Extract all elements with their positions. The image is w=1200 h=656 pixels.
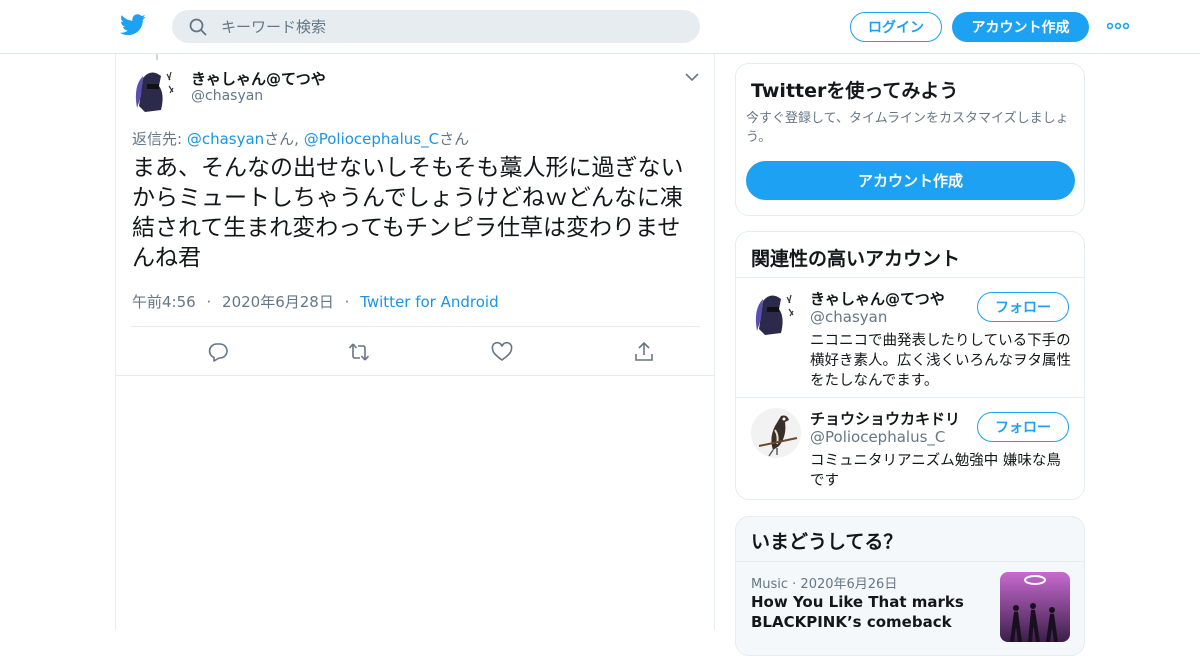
more-dots-icon[interactable] [1107,22,1129,30]
twitter-bird-icon[interactable] [120,14,146,36]
author-name[interactable]: きゃしゃん@てつや [191,68,326,89]
divider [116,375,714,376]
retweet-icon[interactable] [348,341,370,363]
separator: · [792,577,797,592]
reply-icon[interactable] [207,341,229,363]
reply-suffix: さん [439,130,470,148]
reply-context: 返信先: @chasyanさん, @Poliocephalus_Cさん [132,128,469,149]
related-account-name[interactable]: きゃしゃん@てつや [810,288,945,309]
create-account-button[interactable]: アカウント作成 [746,161,1075,200]
related-account-handle[interactable]: @chasyan [810,308,887,326]
trend-meta: Music · 2020年6月26日 [751,573,897,592]
related-account-item[interactable]: きゃしゃん@てつや @chasyan フォロー ニコニコで曲発表したりしている下… [736,278,1084,398]
tweet-source-link[interactable]: Twitter for Android [360,293,498,311]
tweet-time[interactable]: 午前4:56 [132,293,196,311]
share-icon[interactable] [633,341,655,363]
tweet-date[interactable]: 2020年6月28日 [222,293,334,311]
avatar[interactable] [131,66,181,116]
reply-user-link[interactable]: @chasyan [187,130,264,148]
avatar[interactable] [751,289,801,339]
signup-promo-card: Twitterを使ってみよう 今すぐ登録して、タイムラインをカスタマイズしましょ… [735,63,1085,216]
reply-user-link[interactable]: @Poliocephalus_C [304,130,439,148]
trend-headline[interactable]: How You Like That marks BLACKPINK’s come… [751,592,981,632]
follow-button[interactable]: フォロー [977,292,1069,322]
search-bar[interactable] [172,10,700,43]
related-account-bio: ニコニコで曲発表したりしている下手の横好き素人。広く浅くいろんなヲタ属性をたしな… [810,333,1071,389]
card-title: Twitterを使ってみよう [751,80,959,102]
related-account-handle[interactable]: @Poliocephalus_C [810,428,945,446]
author-handle[interactable]: @chasyan [191,88,263,104]
tweet-column: きゃしゃん@てつや @chasyan 返信先: @chasyanさん, @Pol… [115,54,715,630]
reply-suffix: さん, [264,130,304,148]
related-account-name[interactable]: チョウショウカキドリ [810,408,960,429]
signup-button[interactable]: アカウント作成 [952,12,1089,42]
like-icon[interactable] [491,341,513,363]
chevron-down-icon[interactable] [684,70,700,84]
related-account-item[interactable]: チョウショウカキドリ @Poliocephalus_C フォロー コミュニタリア… [736,398,1084,498]
search-input[interactable] [221,17,661,36]
tweet-metadata: 午前4:56 · 2020年6月28日 · Twitter for Androi… [132,291,499,312]
separator: · [344,293,350,311]
divider [736,561,1084,562]
signup-description: 今すぐ登録して、タイムラインをカスタマイズしましょう。 [746,111,1069,145]
follow-button[interactable]: フォロー [977,412,1069,442]
card-title: 関連性の高いアカウント [751,248,961,270]
trend-category: Music [751,577,788,592]
login-button[interactable]: ログイン [850,12,942,42]
tweet-text: まあ、そんなの出せないしそもそも藁人形に過ぎないからミュートしちゃうんでしょうけ… [132,155,684,271]
separator: · [206,293,212,311]
avatar[interactable] [751,408,801,458]
trend-thumbnail[interactable] [1000,572,1070,642]
trend-date: 2020年6月26日 [800,577,898,592]
related-account-bio: コミュニタリアニズム勉強中 嫌味な鳥です [810,453,1061,489]
thread-connector [156,54,158,60]
trends-card: いまどうしてる？ Music · 2020年6月26日 How You Like… [735,516,1085,656]
search-icon [189,18,207,35]
tweet-actions [131,326,700,375]
reply-prefix: 返信先: [132,130,187,148]
related-accounts-card: 関連性の高いアカウント きゃしゃん@てつや @chasyan フォロー ニコニコ… [735,231,1085,500]
card-title: いまどうしてる？ [751,531,903,553]
top-navigation-bar: ログイン アカウント作成 [0,0,1200,54]
